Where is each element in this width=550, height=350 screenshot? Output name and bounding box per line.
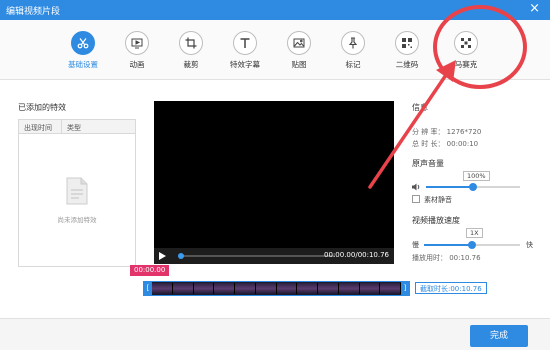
mute-checkbox[interactable] bbox=[412, 195, 420, 203]
player-time: 00:00.00/00:10.76 bbox=[324, 251, 389, 259]
empty-document-icon bbox=[66, 177, 88, 205]
toolbar: 基础设置 动画 裁剪 特效字幕 贴图 标记 二维码 马赛克 bbox=[0, 20, 550, 80]
tool-qrcode[interactable]: 二维码 bbox=[382, 31, 432, 70]
speed-slider[interactable] bbox=[424, 241, 520, 249]
tool-label: 动画 bbox=[129, 60, 145, 69]
crop-icon bbox=[179, 31, 203, 55]
timeline-frame bbox=[255, 283, 277, 294]
tool-basic-settings[interactable]: 基础设置 bbox=[58, 31, 108, 70]
timeline-frame bbox=[193, 283, 215, 294]
tool-label: 二维码 bbox=[395, 60, 419, 69]
timeline-strip[interactable]: [ ] bbox=[143, 281, 410, 296]
tool-mark[interactable]: 标记 bbox=[328, 31, 378, 70]
tool-label: 裁剪 bbox=[183, 60, 199, 69]
trim-handle-left[interactable]: [ bbox=[144, 282, 152, 295]
tool-label: 贴图 bbox=[291, 60, 307, 69]
speed-slow-label: 慢 bbox=[412, 241, 419, 249]
timeline-frame bbox=[318, 283, 339, 294]
volume-fill bbox=[426, 186, 473, 188]
speaker-icon bbox=[412, 183, 420, 191]
tool-label: 标记 bbox=[345, 60, 361, 69]
tool-label: 特效字幕 bbox=[230, 60, 260, 69]
speed-value: 1X bbox=[466, 228, 483, 238]
timeline-start-badge[interactable]: 00:00.00 bbox=[130, 265, 170, 276]
audio-volume-title: 原声音量 bbox=[412, 159, 444, 168]
footer-bar: 完成 bbox=[0, 318, 550, 350]
effects-list[interactable]: 出现时间 类型 尚未添加特效 bbox=[18, 119, 136, 267]
seek-bar[interactable] bbox=[178, 253, 335, 259]
timeline-frame bbox=[338, 283, 360, 294]
mute-label: 素材静音 bbox=[424, 196, 452, 204]
play-icon[interactable] bbox=[159, 252, 166, 260]
volume-slider[interactable] bbox=[426, 183, 520, 191]
player-controls: 00:00.00/00:10.76 bbox=[154, 248, 394, 264]
play-time: 播放用时： 00:10.76 bbox=[412, 254, 481, 262]
text-icon bbox=[233, 31, 257, 55]
empty-text: 尚未添加特效 bbox=[57, 216, 97, 224]
column-type: 类型 bbox=[67, 124, 81, 132]
speed-title: 视频播放速度 bbox=[412, 216, 460, 225]
trim-handle-right[interactable]: ] bbox=[401, 282, 409, 295]
tool-label: 马赛克 bbox=[454, 60, 478, 69]
tool-mosaic[interactable]: 马赛克 bbox=[441, 31, 491, 70]
speed-knob[interactable] bbox=[468, 241, 476, 249]
speed-fast-label: 快 bbox=[526, 241, 533, 249]
window-title: 编辑视频片段 bbox=[6, 7, 61, 17]
volume-knob[interactable] bbox=[469, 183, 477, 191]
timeline-frame bbox=[152, 283, 173, 294]
qrcode-icon bbox=[395, 31, 419, 55]
timeline-frame bbox=[276, 283, 298, 294]
play-screen-icon bbox=[125, 31, 149, 55]
speed-fill bbox=[424, 244, 472, 246]
cut-length-badge: 截取时长:00:10.76 bbox=[415, 282, 487, 294]
done-button[interactable]: 完成 bbox=[470, 325, 528, 347]
timeline-frame bbox=[359, 283, 381, 294]
volume-value: 100% bbox=[463, 171, 490, 181]
column-divider bbox=[61, 120, 62, 134]
video-preview[interactable] bbox=[154, 101, 394, 263]
tool-crop[interactable]: 裁剪 bbox=[166, 31, 216, 70]
info-resolution: 分 辨 率： 1276*720 bbox=[412, 128, 482, 136]
pin-icon bbox=[341, 31, 365, 55]
tool-label: 基础设置 bbox=[68, 60, 98, 69]
close-icon[interactable]: × bbox=[529, 2, 540, 16]
image-icon bbox=[287, 31, 311, 55]
timeline-frame bbox=[235, 283, 256, 294]
effects-header: 出现时间 类型 bbox=[19, 120, 135, 134]
timeline-frame bbox=[172, 283, 194, 294]
seek-knob[interactable] bbox=[178, 253, 184, 259]
timeline-frames bbox=[152, 283, 401, 294]
title-bar: 编辑视频片段 × bbox=[0, 0, 550, 20]
tool-animation[interactable]: 动画 bbox=[112, 31, 162, 70]
column-time: 出现时间 bbox=[24, 124, 52, 132]
mosaic-icon bbox=[454, 31, 478, 55]
effects-title: 已添加的特效 bbox=[18, 103, 66, 112]
tool-effect-subtitle[interactable]: 特效字幕 bbox=[220, 31, 270, 70]
info-duration: 总 时 长： 00:00:10 bbox=[412, 140, 479, 148]
scissors-icon bbox=[71, 31, 95, 55]
timeline-frame bbox=[214, 283, 235, 294]
tool-sticker[interactable]: 贴图 bbox=[274, 31, 324, 70]
timeline-frame bbox=[297, 283, 318, 294]
info-title: 信息 bbox=[412, 103, 428, 112]
timeline-frame bbox=[380, 283, 401, 294]
